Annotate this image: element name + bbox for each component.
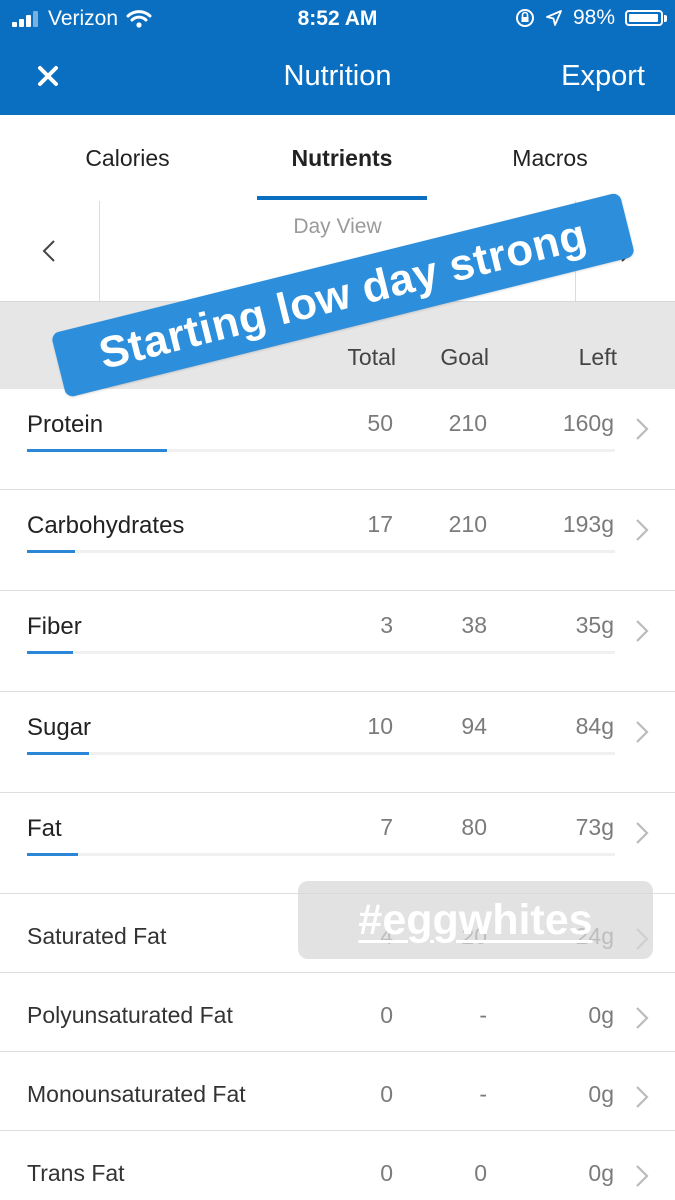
nutrient-left: 73g [575,814,614,840]
chevron-right-icon [636,1165,649,1187]
nutrient-row-carbohydrates[interactable]: Carbohydrates 17 210 193g [0,490,675,591]
status-bar: Verizon 8:52 AM 98% [0,0,675,38]
battery-icon [625,10,667,26]
chevron-left-icon [42,240,55,262]
nutrient-name: Fat [27,815,62,842]
export-button[interactable]: Export [561,60,645,93]
nutrient-name: Sugar [27,714,92,741]
nutrient-name: Carbohydrates [27,512,185,539]
nutrient-left: 0g [588,1081,614,1107]
progress-track [27,550,615,553]
progress-track [27,752,615,755]
column-header-total: Total [347,344,396,370]
nutrient-name: Polyunsaturated Fat [27,1002,233,1028]
chevron-right-icon [636,1007,649,1029]
nutrient-row-fiber[interactable]: Fiber 3 38 35g [0,591,675,692]
close-icon[interactable] [30,58,66,94]
nutrient-goal: 80 [461,814,487,840]
progress-fill [27,651,74,654]
carrier-name: Verizon [48,7,119,30]
nutrient-row-trans-fat[interactable]: Trans Fat 0 0 0g [0,1131,675,1200]
nutrient-total: 0 [380,1002,393,1028]
hashtag-sticker: #eggwhites [298,881,653,959]
tab-calories[interactable]: Calories [40,145,215,172]
nutrient-total: 0 [380,1160,393,1186]
nutrient-name: Trans Fat [27,1160,125,1186]
nutrient-left: 84g [575,713,614,739]
nutrient-left: 193g [562,511,614,537]
nutrient-goal: 0 [474,1160,487,1186]
rotation-lock-icon [515,9,534,27]
nutrient-goal: - [479,1002,487,1028]
nutrient-left: 0g [588,1160,614,1186]
nutrient-left: 35g [575,612,614,638]
column-header-goal: Goal [440,344,489,370]
nutrient-total: 7 [380,814,393,840]
nutrient-row-protein[interactable]: Protein 50 210 160g [0,389,675,490]
nutrient-goal: 210 [448,410,487,436]
tab-selected-indicator [257,196,427,200]
progress-fill [27,752,90,755]
tab-bar: Calories Nutrients Macros [0,115,675,202]
progress-track [27,651,615,654]
nutrient-goal: 210 [448,511,487,537]
progress-track [27,449,615,452]
chevron-right-icon [636,519,649,541]
nutrient-left: 0g [588,1002,614,1028]
previous-day-button[interactable] [0,201,100,301]
nutrient-goal: - [479,1081,487,1107]
nutrient-total: 3 [380,612,393,638]
status-right: 98% [515,6,667,30]
nutrient-total: 50 [367,410,393,436]
progress-fill [27,853,79,856]
nutrient-name: Monounsaturated Fat [27,1081,246,1107]
nutrient-name: Protein [27,411,104,438]
chevron-right-icon [636,721,649,743]
nutrient-total: 17 [367,511,393,537]
nav-bar: Nutrition Export [0,38,675,115]
chevron-right-icon [636,1086,649,1108]
nutrient-total: 10 [367,713,393,739]
nutrient-total: 0 [380,1081,393,1107]
nutrient-row-fat[interactable]: Fat 7 80 73g [0,793,675,894]
carrier-info: Verizon [12,7,152,31]
nutrient-name: Saturated Fat [27,923,167,949]
location-icon [546,10,562,26]
signal-icon [12,11,40,27]
nutrient-row-sugar[interactable]: Sugar 10 94 84g [0,692,675,793]
battery-percent: 98% [572,6,615,29]
nutrient-left: 160g [562,410,614,436]
tab-nutrients[interactable]: Nutrients [257,145,427,172]
progress-track [27,853,615,856]
nutrient-row-polyunsaturated-fat[interactable]: Polyunsaturated Fat 0 - 0g [0,973,675,1052]
nutrient-goal: 94 [461,713,487,739]
nutrient-row-monounsaturated-fat[interactable]: Monounsaturated Fat 0 - 0g [0,1052,675,1131]
chevron-right-icon [636,822,649,844]
column-header-left: Left [578,344,617,370]
chevron-right-icon [636,620,649,642]
progress-fill [27,449,167,452]
nutrient-goal: 38 [461,612,487,638]
chevron-right-icon [636,418,649,440]
hashtag-sticker-text: #eggwhites [358,896,593,944]
tab-macros[interactable]: Macros [465,145,635,172]
nutrient-name: Fiber [27,613,82,640]
wifi-icon [126,10,152,28]
progress-fill [27,550,75,553]
